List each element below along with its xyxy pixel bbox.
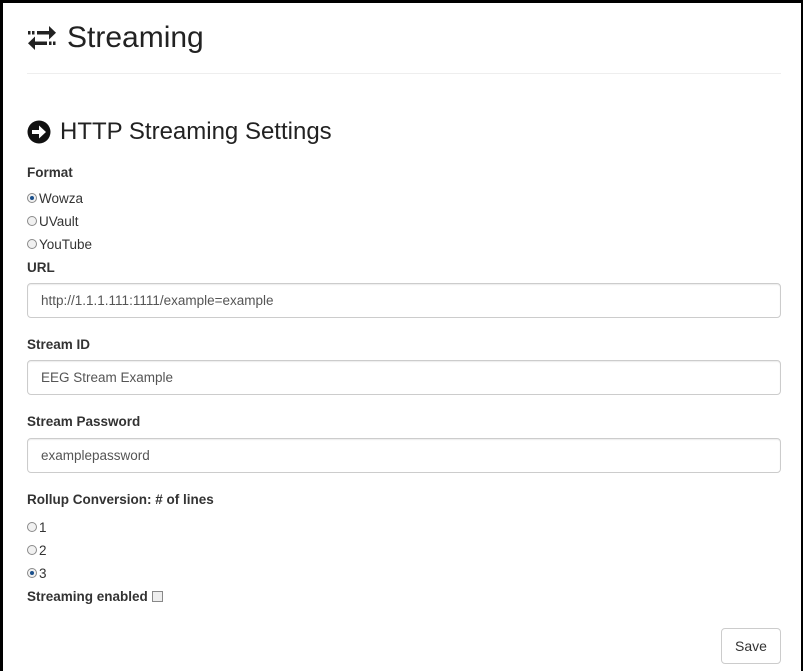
- circle-arrow-right-icon: [27, 120, 51, 144]
- radio-button[interactable]: [27, 568, 37, 578]
- streaming-enabled-row: Streaming enabled: [27, 590, 163, 604]
- radio-button[interactable]: [27, 545, 37, 555]
- format-option-wowza[interactable]: Wowza: [27, 189, 83, 207]
- stream-password-input[interactable]: [27, 438, 781, 473]
- streaming-enabled-label: Streaming enabled: [27, 589, 148, 604]
- format-option-uvault[interactable]: UVault: [27, 212, 79, 230]
- save-button[interactable]: Save: [721, 628, 781, 664]
- window-frame: [0, 0, 803, 671]
- radio-button[interactable]: [27, 193, 37, 203]
- rollup-option-2[interactable]: 2: [27, 541, 47, 559]
- header-divider: [27, 73, 781, 74]
- page-title: Streaming: [67, 21, 204, 54]
- radio-button[interactable]: [27, 239, 37, 249]
- radio-label: 1: [39, 519, 47, 535]
- page-header: Streaming: [27, 18, 204, 58]
- radio-label: 3: [39, 565, 47, 581]
- radio-label: YouTube: [39, 236, 93, 252]
- section-header: HTTP Streaming Settings: [27, 120, 332, 144]
- stream-id-input[interactable]: [27, 360, 781, 395]
- format-label: Format: [27, 165, 73, 180]
- radio-button[interactable]: [27, 522, 37, 532]
- radio-label: UVault: [39, 213, 79, 229]
- section-title: HTTP Streaming Settings: [60, 118, 332, 145]
- stream-id-label: Stream ID: [27, 337, 91, 352]
- format-option-youtube[interactable]: YouTube: [27, 235, 92, 253]
- rollup-option-3[interactable]: 3: [27, 564, 47, 582]
- rollup-option-1[interactable]: 1: [27, 518, 47, 536]
- streaming-enabled-checkbox[interactable]: [151, 591, 163, 602]
- exchange-arrows-icon: [28, 26, 56, 50]
- rollup-label: Rollup Conversion: # of lines: [27, 492, 214, 507]
- radio-button[interactable]: [27, 216, 37, 226]
- url-label: URL: [27, 260, 55, 275]
- stream-password-label: Stream Password: [27, 414, 141, 429]
- url-input[interactable]: [27, 283, 781, 318]
- radio-label: 2: [39, 542, 47, 558]
- radio-label: Wowza: [39, 190, 84, 206]
